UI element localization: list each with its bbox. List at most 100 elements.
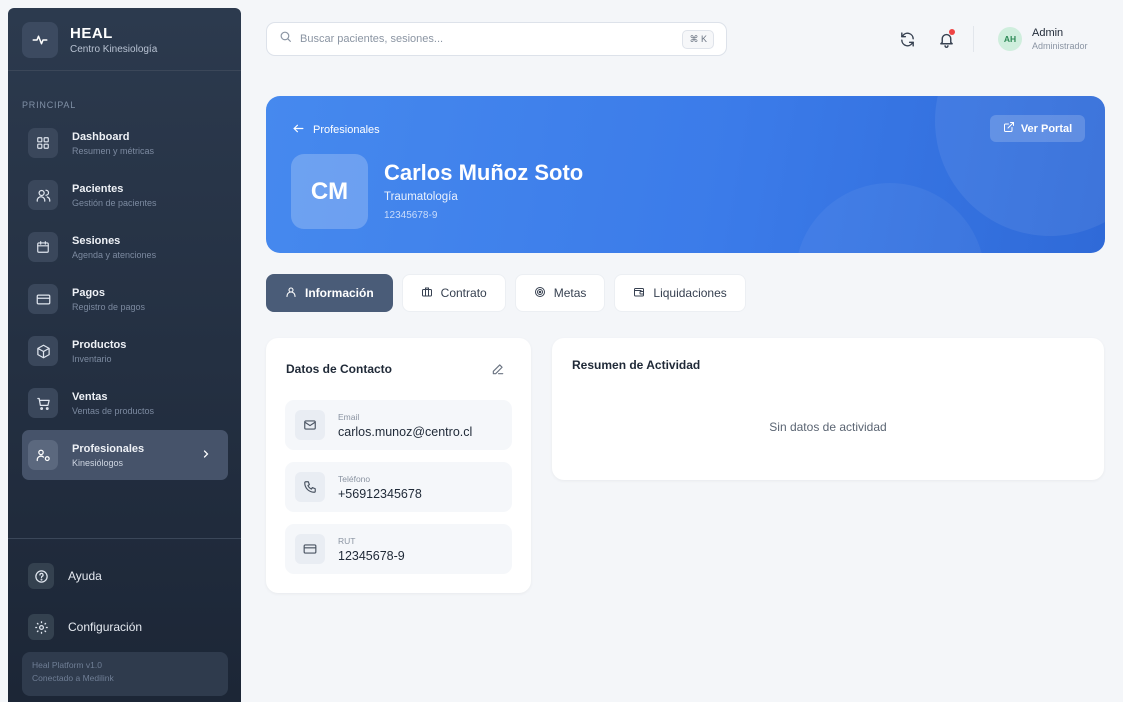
sidebar-item-subtitle: Resumen y métricas [72,145,155,156]
rut-label: RUT [338,535,356,546]
bell-icon[interactable] [935,28,957,50]
connection-status: Conectado a Medilink [32,673,114,683]
sidebar-nav: Dashboard Resumen y métricas Pacientes G… [22,118,228,482]
user-role: Administrador [1032,41,1088,51]
topbar-divider [973,26,974,52]
wallet-icon [633,286,645,301]
section-label: PRINCIPAL [22,100,77,110]
sidebar-item-title: Ventas [72,390,108,403]
professionals-icon [28,440,58,470]
phone-icon [295,472,325,502]
search-placeholder: Buscar pacientes, sesiones... [300,33,444,45]
sidebar-item-sesiones[interactable]: Sesiones Agenda y atenciones [22,222,228,272]
tab-liquidaciones[interactable]: Liquidaciones [614,274,746,312]
tab-informacion[interactable]: Información [266,274,393,312]
profile-tabs: Información Contrato Metas Liquidaciones [266,274,755,312]
activity-empty-state: Sin datos de actividad [769,420,887,434]
id-card-icon [295,534,325,564]
tab-label: Metas [553,286,587,300]
professional-rut: 12345678-9 [384,210,438,221]
arrow-left-icon [292,122,305,138]
tab-metas[interactable]: Metas [514,274,606,312]
professional-avatar: CM [291,154,368,229]
brand-subtitle: Centro Kinesiología [70,44,158,55]
phone-field: Teléfono +56912345678 [285,462,512,512]
cart-icon [28,388,58,418]
back-link-label: Profesionales [313,124,380,136]
sidebar-item-subtitle: Gestión de pacientes [72,197,157,208]
user-icon [285,286,297,301]
external-link-icon [1003,121,1015,136]
sidebar: HEAL Centro Kinesiología PRINCIPAL Dashb… [8,8,241,702]
calendar-icon [28,232,58,262]
sidebar-divider [8,538,241,539]
help-circle-icon [28,563,54,589]
sidebar-item-subtitle: Inventario [72,353,112,364]
settings-label: Configuración [68,620,143,634]
platform-status: Heal Platform v1.0 Conectado a Medilink [22,652,228,696]
email-value: carlos.munoz@centro.cl [338,424,473,439]
settings-button[interactable]: Configuración [28,614,142,640]
help-button[interactable]: Ayuda [28,563,102,589]
briefcase-icon [421,286,433,301]
dashboard-grid-icon [28,128,58,158]
sidebar-item-subtitle: Ventas de productos [72,405,155,416]
contact-card: Datos de Contacto Email carlos.munoz@cen… [266,338,531,593]
email-field: Email carlos.munoz@centro.cl [285,400,512,450]
gear-icon [28,614,54,640]
sidebar-divider [8,70,241,71]
profile-header: Profesionales Ver Portal CM Carlos Muñoz… [266,96,1105,253]
notification-dot [949,29,955,35]
platform-version: Heal Platform v1.0 [32,660,102,670]
brand-name: HEAL [70,25,113,42]
refresh-icon[interactable] [896,28,918,50]
chevron-right-icon [200,447,212,465]
sidebar-item-productos[interactable]: Productos Inventario [22,326,228,376]
heartbeat-icon [22,22,58,58]
search-shortcut: ⌘ K [682,29,714,49]
tab-label: Información [305,286,374,300]
ver-portal-label: Ver Portal [1020,122,1073,135]
activity-card-title: Resumen de Actividad [572,358,701,372]
sidebar-item-subtitle: Registro de pagos [72,301,146,312]
sidebar-item-subtitle: Agenda y atenciones [72,249,157,260]
brand[interactable]: HEAL Centro Kinesiología [22,22,157,58]
sidebar-item-title: Sesiones [72,234,121,247]
credit-card-icon [28,284,58,314]
email-label: Email [338,411,360,422]
search-icon [279,30,292,48]
rut-field: RUT 12345678-9 [285,524,512,574]
sidebar-item-profesionales[interactable]: Profesionales Kinesiólogos [22,430,228,480]
rut-value: 12345678-9 [338,548,405,563]
package-icon [28,336,58,366]
sidebar-item-title: Pagos [72,286,106,299]
back-link[interactable]: Profesionales [292,122,380,138]
target-icon [534,286,546,301]
professional-specialty: Traumatología [384,191,458,203]
tab-label: Liquidaciones [653,286,727,300]
sidebar-item-pacientes[interactable]: Pacientes Gestión de pacientes [22,170,228,220]
tab-label: Contrato [440,286,487,300]
professional-name: Carlos Muñoz Soto [384,160,584,185]
ver-portal-button[interactable]: Ver Portal [990,115,1085,142]
help-label: Ayuda [68,569,102,583]
phone-label: Teléfono [338,473,371,484]
users-icon [28,180,58,210]
sidebar-item-dashboard[interactable]: Dashboard Resumen y métricas [22,118,228,168]
sidebar-item-subtitle: Kinesiólogos [72,457,124,468]
decorative-circle [795,183,985,253]
sidebar-item-title: Dashboard [72,130,130,143]
search-input[interactable]: Buscar pacientes, sesiones... ⌘ K [266,22,727,56]
sidebar-item-title: Pacientes [72,182,124,195]
sidebar-item-pagos[interactable]: Pagos Registro de pagos [22,274,228,324]
contact-card-title: Datos de Contacto [286,362,393,376]
user-name[interactable]: Admin [1032,27,1063,39]
mail-icon [295,410,325,440]
sidebar-item-ventas[interactable]: Ventas Ventas de productos [22,378,228,428]
edit-icon[interactable] [491,362,507,378]
tab-contrato[interactable]: Contrato [401,274,506,312]
sidebar-item-title: Profesionales [72,442,145,455]
sidebar-item-title: Productos [72,338,127,351]
avatar[interactable]: AH [998,27,1022,51]
activity-card: Resumen de Actividad Sin datos de activi… [552,338,1104,480]
